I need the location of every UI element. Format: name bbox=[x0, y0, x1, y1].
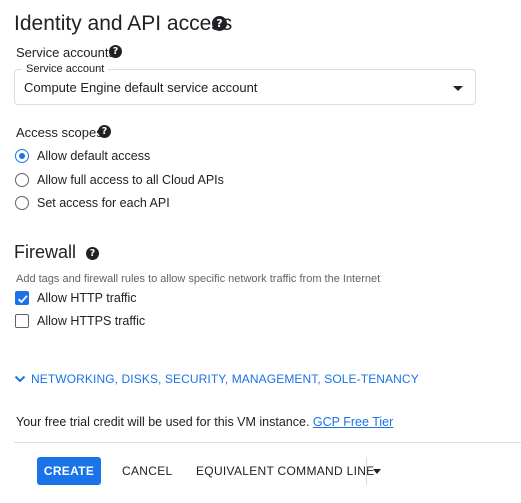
create-button[interactable]: CREATE bbox=[37, 457, 101, 485]
service-account-value: Compute Engine default service account bbox=[24, 80, 258, 95]
checkbox-allow-http[interactable] bbox=[15, 291, 29, 305]
radio-label: Allow default access bbox=[37, 149, 151, 163]
trial-text: Your free trial credit will be used for … bbox=[16, 415, 310, 429]
radio-set-access-each-api[interactable] bbox=[15, 196, 29, 210]
checkbox-allow-https[interactable] bbox=[15, 314, 29, 328]
checkbox-label: Allow HTTP traffic bbox=[37, 291, 137, 305]
radio-label: Allow full access to all Cloud APIs bbox=[37, 173, 224, 187]
cancel-button[interactable]: CANCEL bbox=[122, 465, 172, 477]
dropdown-arrow-icon[interactable] bbox=[453, 86, 463, 91]
check-icon bbox=[17, 295, 28, 304]
radio-allow-full-access[interactable] bbox=[15, 173, 29, 187]
radio-allow-default-access[interactable] bbox=[15, 149, 29, 163]
section-title-identity: Identity and API access bbox=[14, 12, 233, 35]
help-icon[interactable]: ? bbox=[86, 247, 99, 260]
command-line-button[interactable]: EQUIVALENT COMMAND LINE bbox=[196, 465, 375, 477]
help-icon[interactable]: ? bbox=[98, 125, 111, 138]
expand-more-link[interactable]: NETWORKING, DISKS, SECURITY, MANAGEMENT,… bbox=[14, 373, 419, 385]
service-accounts-label: Service accounts bbox=[16, 45, 115, 60]
chevron-down-icon bbox=[14, 375, 26, 383]
expand-more-label: NETWORKING, DISKS, SECURITY, MANAGEMENT,… bbox=[31, 372, 419, 386]
help-icon[interactable]: ? bbox=[109, 45, 122, 58]
section-title-firewall: Firewall bbox=[14, 242, 77, 262]
button-separator bbox=[366, 457, 367, 485]
firewall-hint: Add tags and firewall rules to allow spe… bbox=[16, 273, 381, 285]
service-account-field-label: Service account bbox=[22, 63, 109, 76]
help-icon[interactable]: ? bbox=[212, 16, 227, 31]
checkbox-label: Allow HTTPS traffic bbox=[37, 314, 146, 328]
gcp-free-tier-link[interactable]: GCP Free Tier bbox=[313, 415, 393, 429]
trial-notice: Your free trial credit will be used for … bbox=[16, 416, 393, 429]
radio-label: Set access for each API bbox=[37, 196, 170, 210]
command-line-dropdown-icon[interactable] bbox=[373, 469, 381, 474]
access-scopes-label: Access scopes bbox=[16, 125, 103, 140]
divider bbox=[14, 442, 521, 443]
